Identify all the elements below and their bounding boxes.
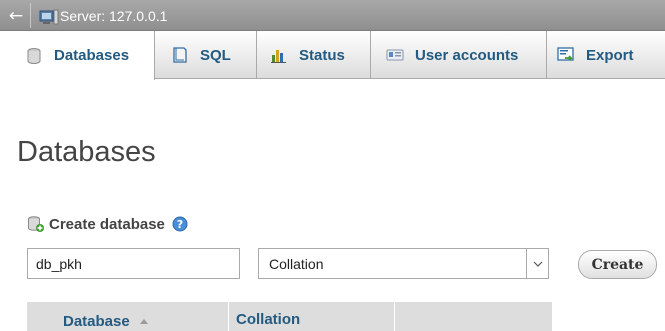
export-icon (557, 47, 574, 61)
column-header-database[interactable]: Database (63, 302, 149, 331)
tab-divider (370, 31, 371, 79)
collation-selected-value: Collation (269, 256, 324, 272)
column-header-label: Collation (236, 311, 301, 328)
tab-export[interactable]: Export (557, 31, 634, 79)
main-tab-bar: Databases SQL Status User accounts Expor… (0, 31, 665, 80)
divider (30, 3, 31, 28)
column-divider (228, 302, 229, 331)
database-name-input[interactable] (27, 248, 240, 279)
dropdown-toggle[interactable] (526, 249, 548, 278)
create-button[interactable]: Create (578, 250, 657, 279)
tab-label: User accounts (415, 46, 519, 64)
create-database-heading: Create database ? (27, 214, 188, 234)
tab-user-accounts[interactable]: User accounts (386, 31, 518, 79)
server-breadcrumb-bar: ← Server: 127.0.0.1 (0, 0, 665, 31)
sort-ascending-icon (139, 302, 149, 331)
tab-sql[interactable]: SQL (171, 31, 231, 79)
status-icon (271, 50, 286, 63)
database-icon (27, 47, 41, 64)
column-divider (394, 302, 395, 331)
tab-label: SQL (200, 46, 231, 64)
collation-select[interactable]: Collation (258, 248, 549, 279)
chevron-down-icon (533, 261, 543, 267)
column-header-label: Database (63, 313, 130, 330)
databases-table-header: Database Collation (27, 302, 552, 331)
server-link[interactable]: Server: 127.0.0.1 (60, 7, 167, 25)
create-database-label: Create database (49, 215, 165, 233)
svg-text:?: ? (177, 218, 183, 231)
server-icon (39, 9, 59, 25)
help-icon[interactable]: ? (172, 216, 188, 232)
tab-databases[interactable]: Databases (0, 31, 155, 80)
back-arrow-icon[interactable]: ← (6, 6, 26, 26)
sql-icon (173, 47, 187, 63)
tab-divider (256, 31, 257, 79)
tab-label: Export (586, 46, 634, 64)
tab-status[interactable]: Status (270, 31, 345, 79)
page-title: Databases (17, 136, 156, 168)
column-header-collation[interactable]: Collation (236, 302, 300, 331)
user-accounts-icon (386, 49, 404, 61)
database-add-icon (28, 216, 44, 232)
tab-label: Status (299, 46, 345, 64)
tab-label: Databases (54, 47, 130, 64)
tab-divider (546, 31, 547, 79)
